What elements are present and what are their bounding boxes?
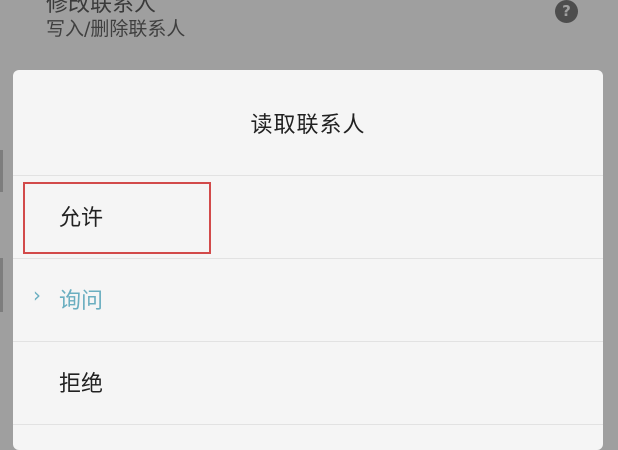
option-allow[interactable]: 允许 [13,176,603,259]
option-allow-label: 允许 [59,206,104,231]
option-ask[interactable]: › 询问 [13,259,603,342]
background-edge-mark [0,258,3,312]
option-ask-label: 询问 [59,289,104,314]
permission-dialog: 读取联系人 允许 › 询问 拒绝 [13,70,603,450]
help-icon: ? [555,0,578,23]
option-deny[interactable]: 拒绝 [13,342,603,425]
background-edge-mark [0,150,3,192]
background-setting-row: 修改联系人 写入/删除联系人 ? [0,0,618,70]
chevron-right-icon: › [33,283,41,307]
dialog-title: 读取联系人 [13,70,603,176]
option-deny-label: 拒绝 [59,372,104,397]
highlight-box [23,182,211,254]
background-setting-subtitle: 写入/删除联系人 [46,18,186,40]
